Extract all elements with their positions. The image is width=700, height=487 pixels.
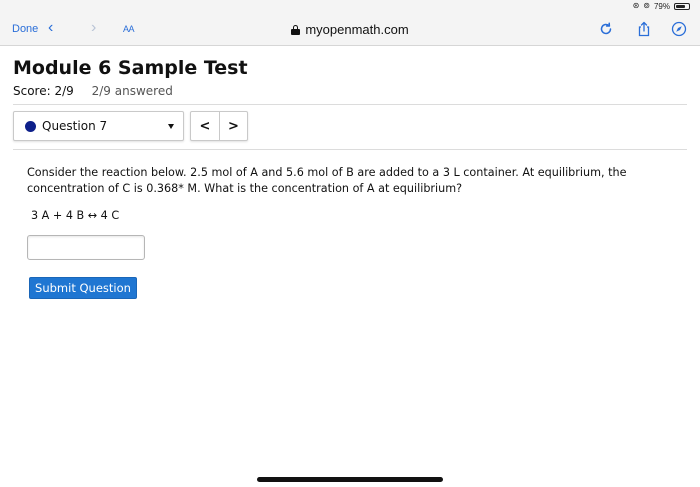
header-divider — [13, 104, 687, 105]
question-status-dot — [25, 121, 36, 132]
answered-count: 2/9 answered — [91, 84, 173, 98]
submit-question-button[interactable]: Submit Question — [29, 277, 137, 299]
question-pager: < > — [190, 111, 248, 141]
address-bar[interactable]: myopenmath.com — [0, 22, 700, 37]
reaction-equation: 3 A + 4 B ↔ 4 C — [31, 209, 120, 222]
lock-rotation-icon: ⊚ — [643, 1, 650, 10]
page-title: Module 6 Sample Test — [13, 57, 248, 79]
score-row: Score: 2/9 2/9 answered — [13, 84, 173, 98]
reload-icon[interactable] — [598, 21, 614, 37]
compass-icon[interactable] — [671, 21, 687, 37]
score-label: Score: 2/9 — [13, 84, 74, 98]
chevron-down-icon — [168, 124, 174, 129]
battery-icon — [674, 2, 690, 10]
status-indicators: ⊛ ⊚ 79% — [633, 1, 690, 11]
home-indicator[interactable] — [257, 477, 443, 482]
answer-input[interactable] — [27, 235, 145, 260]
battery-level — [676, 4, 686, 8]
question-select-label: Question 7 — [42, 119, 108, 133]
nav-divider — [13, 149, 687, 150]
status-bar: ⊛ ⊚ 79% — [0, 0, 700, 14]
url-text: myopenmath.com — [305, 22, 409, 37]
lock-icon — [291, 25, 301, 35]
question-text: Consider the reaction below. 2.5 mol of … — [27, 166, 627, 195]
next-question-button[interactable]: > — [218, 112, 247, 140]
screen-mirror-icon: ⊛ — [632, 1, 640, 10]
browser-toolbar: Done ‹ › AA myopenmath.com — [0, 14, 700, 46]
share-icon[interactable] — [636, 21, 652, 37]
previous-question-button[interactable]: < — [191, 112, 219, 140]
question-select[interactable]: Question 7 — [13, 111, 184, 141]
battery-percent: 79% — [653, 1, 670, 11]
